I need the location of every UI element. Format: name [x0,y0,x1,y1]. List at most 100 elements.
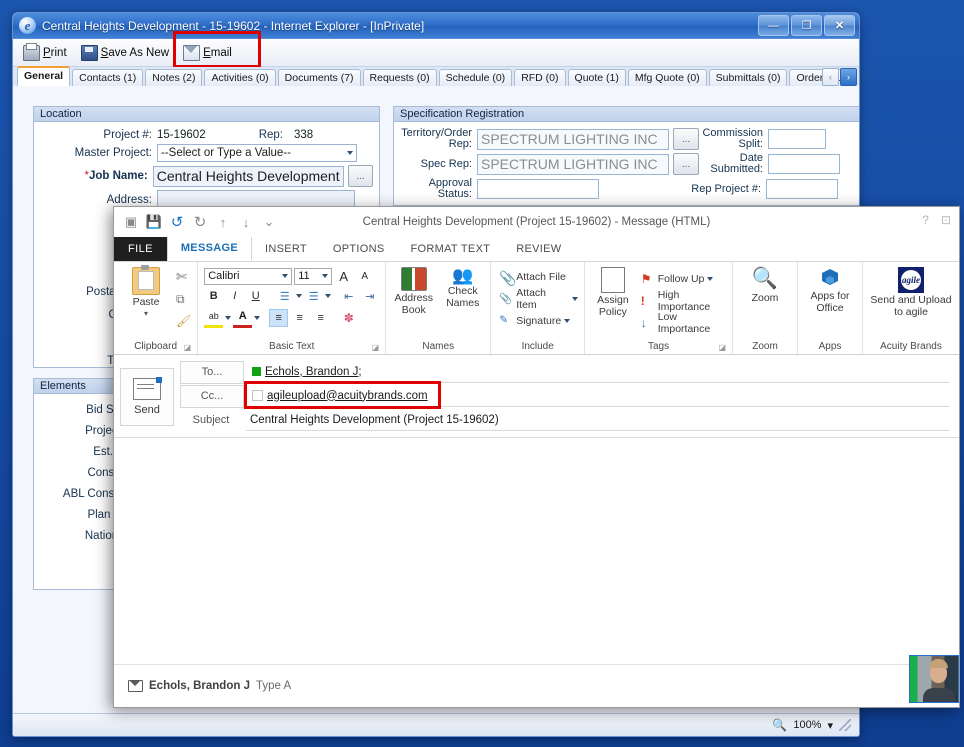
text-highlight-icon[interactable]: ab [204,307,224,328]
cc-input[interactable]: agileupload@acuitybrands.com [248,385,949,407]
chevron-down-icon[interactable] [325,294,332,298]
attach-file-button[interactable]: 📎 Attach File [499,267,566,286]
territory-rep-lookup-button[interactable]: ... [673,128,699,150]
apps-for-office-button[interactable]: Apps for Office [804,267,856,314]
attach-item-button[interactable]: 📎 Attach Item [499,287,579,311]
tab-contacts[interactable]: Contacts (1) [72,69,144,87]
align-left-icon[interactable]: ≡ [269,308,289,327]
follow-up-button[interactable]: ⚑ Follow Up [641,269,726,288]
chevron-down-icon[interactable] [564,318,571,323]
tab-activities[interactable]: Activities (0) [204,69,276,87]
subject-input[interactable]: Central Heights Development (Project 15-… [246,409,949,431]
assign-policy-button[interactable]: Assign Policy [591,267,635,318]
save-icon[interactable]: 💾 [146,214,162,229]
commission-split-input[interactable] [768,129,826,149]
master-project-value: --Select or Type a Value-- [161,147,291,159]
tab-scroll-right-button[interactable]: › [840,68,857,86]
clear-formatting-icon[interactable]: ✽ [339,309,358,327]
print-button[interactable]: Print [23,42,67,61]
master-project-select[interactable]: --Select or Type a Value-- [157,144,357,162]
decrease-indent-icon[interactable]: ⇤ [339,287,358,305]
signature-button[interactable]: ✎ Signature [499,311,571,330]
tab-schedule[interactable]: Schedule (0) [438,69,513,87]
zoom-dropdown-caret-icon[interactable]: ▾ [827,719,833,732]
numbering-icon[interactable]: ☰ [304,287,323,305]
chevron-down-icon[interactable]: ▾ [144,309,148,318]
territory-rep-input[interactable]: SPECTRUM LIGHTING INC [477,128,669,150]
tab-rfd[interactable]: RFD (0) [514,69,566,87]
job-name-lookup-button[interactable]: ... [347,165,373,187]
chevron-down-icon[interactable] [572,296,579,301]
tab-quote[interactable]: Quote (1) [567,69,626,87]
chevron-down-icon[interactable] [296,294,303,298]
job-name-input[interactable]: Central Heights Development [152,165,344,187]
zoom-button[interactable]: 🔍 Zoom [739,267,791,305]
chevron-down-icon[interactable] [707,276,714,281]
tab-general[interactable]: General [17,66,71,87]
tab-mfg-quote[interactable]: Mfg Quote (0) [627,69,707,87]
tab-scroll-left-button[interactable]: ‹ [822,68,839,86]
tab-format-text[interactable]: FORMAT TEXT [398,237,504,261]
tab-file[interactable]: FILE [114,237,167,261]
spec-rep-lookup-button[interactable]: ... [673,153,699,175]
tab-insert[interactable]: INSERT [252,237,320,261]
cut-icon[interactable]: ✄ [176,269,191,285]
align-center-icon[interactable]: ≡ [290,309,309,327]
send-and-upload-button[interactable]: agile Send and Upload to agile [869,267,953,318]
help-icon[interactable]: ? [922,213,929,227]
collapse-ribbon-icon[interactable]: ⊡ [941,213,951,227]
address-book-button[interactable]: Address Book [392,267,435,316]
basic-text-dialog-launcher[interactable]: ◪ [372,343,380,352]
chevron-down-icon[interactable] [225,315,232,320]
cc-button[interactable]: Cc... [180,384,244,408]
check-names-button[interactable]: 👥 Check Names [441,267,484,309]
email-button[interactable]: Email [183,44,232,61]
maximize-button[interactable]: ❐ [791,15,822,36]
up-icon[interactable]: ↑ [216,215,230,230]
tab-review[interactable]: REVIEW [503,237,574,261]
copy-icon[interactable]: ⧉ [176,292,191,307]
font-color-icon[interactable]: A [233,307,253,328]
to-button[interactable]: To... [180,360,244,384]
font-family-select[interactable]: Calibri [204,267,293,285]
undo-icon[interactable]: ↺ [170,214,184,231]
bullets-icon[interactable]: ☰ [275,287,294,305]
to-input[interactable]: Echols, Brandon J; [248,361,949,383]
date-submitted-input[interactable] [768,154,840,174]
redo-icon[interactable]: ↻ [193,214,207,231]
shrink-font-icon[interactable]: A [355,267,374,285]
outlook-ribbon: Paste ▾ ✄ ⧉ 🖌 Clipboard ◪ Calibri 11 A A… [114,261,959,355]
grow-font-icon[interactable]: A [334,267,353,285]
resize-grip[interactable] [839,719,851,731]
close-button[interactable]: ✕ [824,15,855,36]
approval-status-input[interactable] [477,179,599,199]
underline-icon[interactable]: U [246,287,265,305]
send-button[interactable]: Send [120,368,174,426]
down-icon[interactable]: ↓ [239,215,253,230]
font-size-select[interactable]: 11 [294,267,333,285]
save-as-new-button[interactable]: Save As New [80,44,169,61]
tab-message[interactable]: MESSAGE [166,235,252,261]
italic-icon[interactable]: I [225,287,244,305]
high-importance-button[interactable]: ! High Importance [641,289,726,313]
increase-indent-icon[interactable]: ⇥ [360,287,379,305]
minimize-button[interactable]: — [758,15,789,36]
low-importance-button[interactable]: ↓ Low Importance [641,311,726,335]
tab-submittals[interactable]: Submittals (0) [708,69,788,87]
tab-requests[interactable]: Requests (0) [362,69,437,87]
customize-qat-icon[interactable]: ⌄ [262,214,276,229]
align-right-icon[interactable]: ≡ [311,309,330,327]
tab-options[interactable]: OPTIONS [320,237,398,261]
tab-notes[interactable]: Notes (2) [145,69,203,87]
tab-documents[interactable]: Documents (7) [277,69,361,87]
bold-icon[interactable]: B [204,287,223,305]
clipboard-dialog-launcher[interactable]: ◪ [184,343,192,352]
format-painter-icon[interactable]: 🖌 [176,314,191,328]
chevron-down-icon[interactable] [254,315,261,320]
spec-rep-input[interactable]: SPECTRUM LIGHTING INC [477,153,669,175]
tags-dialog-launcher[interactable]: ◪ [718,343,726,352]
overview-icon[interactable]: ▣ [124,214,138,229]
rep-project-number-input[interactable] [766,179,838,199]
paste-button[interactable]: Paste ▾ [120,265,172,318]
apps-for-office-label: Apps for Office [810,290,850,314]
